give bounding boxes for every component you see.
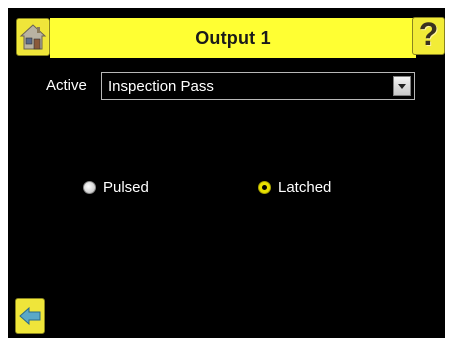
page-title: Output 1 bbox=[195, 27, 271, 48]
radio-latched-indicator[interactable] bbox=[258, 181, 271, 194]
radio-latched[interactable]: Latched bbox=[258, 179, 331, 196]
help-button[interactable]: ? bbox=[412, 16, 445, 55]
chevron-down-icon bbox=[398, 84, 406, 89]
help-icon: ? bbox=[418, 16, 439, 52]
radio-pulsed-label: Pulsed bbox=[103, 179, 149, 196]
back-button[interactable] bbox=[15, 298, 45, 334]
dropdown-arrow-button[interactable] bbox=[393, 76, 411, 96]
radio-pulsed[interactable]: Pulsed bbox=[83, 179, 149, 196]
home-button[interactable] bbox=[16, 18, 50, 56]
back-arrow-icon bbox=[16, 299, 44, 333]
active-dropdown[interactable]: Inspection Pass bbox=[101, 72, 415, 100]
radio-pulsed-indicator[interactable] bbox=[83, 181, 96, 194]
title-bar: Output 1 bbox=[50, 18, 416, 58]
output-screen: Output 1 ? Active Inspection Pass Pulsed… bbox=[8, 8, 445, 338]
home-icon bbox=[18, 20, 48, 54]
active-dropdown-value: Inspection Pass bbox=[108, 78, 214, 95]
radio-latched-label: Latched bbox=[278, 179, 332, 196]
active-label: Active bbox=[46, 77, 87, 94]
